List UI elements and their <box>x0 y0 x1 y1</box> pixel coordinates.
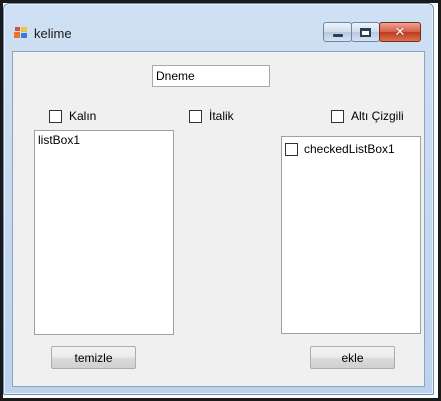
minimize-button[interactable] <box>323 22 352 42</box>
word-textbox[interactable] <box>152 65 270 87</box>
caption-buttons: ✕ <box>323 22 421 44</box>
form-window: kelime ✕ Kalın İtalik Altı Çizgili <box>3 3 434 395</box>
add-button[interactable]: ekle <box>310 346 395 369</box>
form-client-area: Kalın İtalik Altı Çizgili listBox1 check… <box>12 51 425 387</box>
maximize-icon <box>360 27 371 37</box>
underline-checkbox-box[interactable] <box>331 109 344 123</box>
window-title: kelime <box>34 26 72 41</box>
underline-checkbox-label: Altı Çizgili <box>351 109 404 123</box>
italic-checkbox-box[interactable] <box>189 109 202 123</box>
checked-listbox[interactable]: checkedListBox1 <box>281 136 421 334</box>
list-item[interactable]: checkedListBox1 <box>285 142 395 156</box>
italic-checkbox[interactable]: İtalik <box>189 109 234 123</box>
close-button[interactable]: ✕ <box>379 22 421 42</box>
maximize-button[interactable] <box>351 22 380 42</box>
list-item[interactable]: listBox1 <box>38 133 170 147</box>
italic-checkbox-label: İtalik <box>209 109 234 123</box>
winforms-app-icon <box>14 27 27 38</box>
title-bar[interactable]: kelime ✕ <box>4 4 433 48</box>
list-item-checkbox[interactable] <box>285 142 298 156</box>
list-item-label: checkedListBox1 <box>304 142 395 156</box>
minimize-icon <box>332 33 343 37</box>
bold-checkbox-box[interactable] <box>49 109 62 123</box>
bold-checkbox-label: Kalın <box>69 109 97 123</box>
words-listbox[interactable]: listBox1 <box>34 130 174 335</box>
close-icon: ✕ <box>394 24 406 40</box>
underline-checkbox[interactable]: Altı Çizgili <box>331 109 404 123</box>
clear-button[interactable]: temizle <box>51 346 136 369</box>
bold-checkbox[interactable]: Kalın <box>49 109 96 123</box>
